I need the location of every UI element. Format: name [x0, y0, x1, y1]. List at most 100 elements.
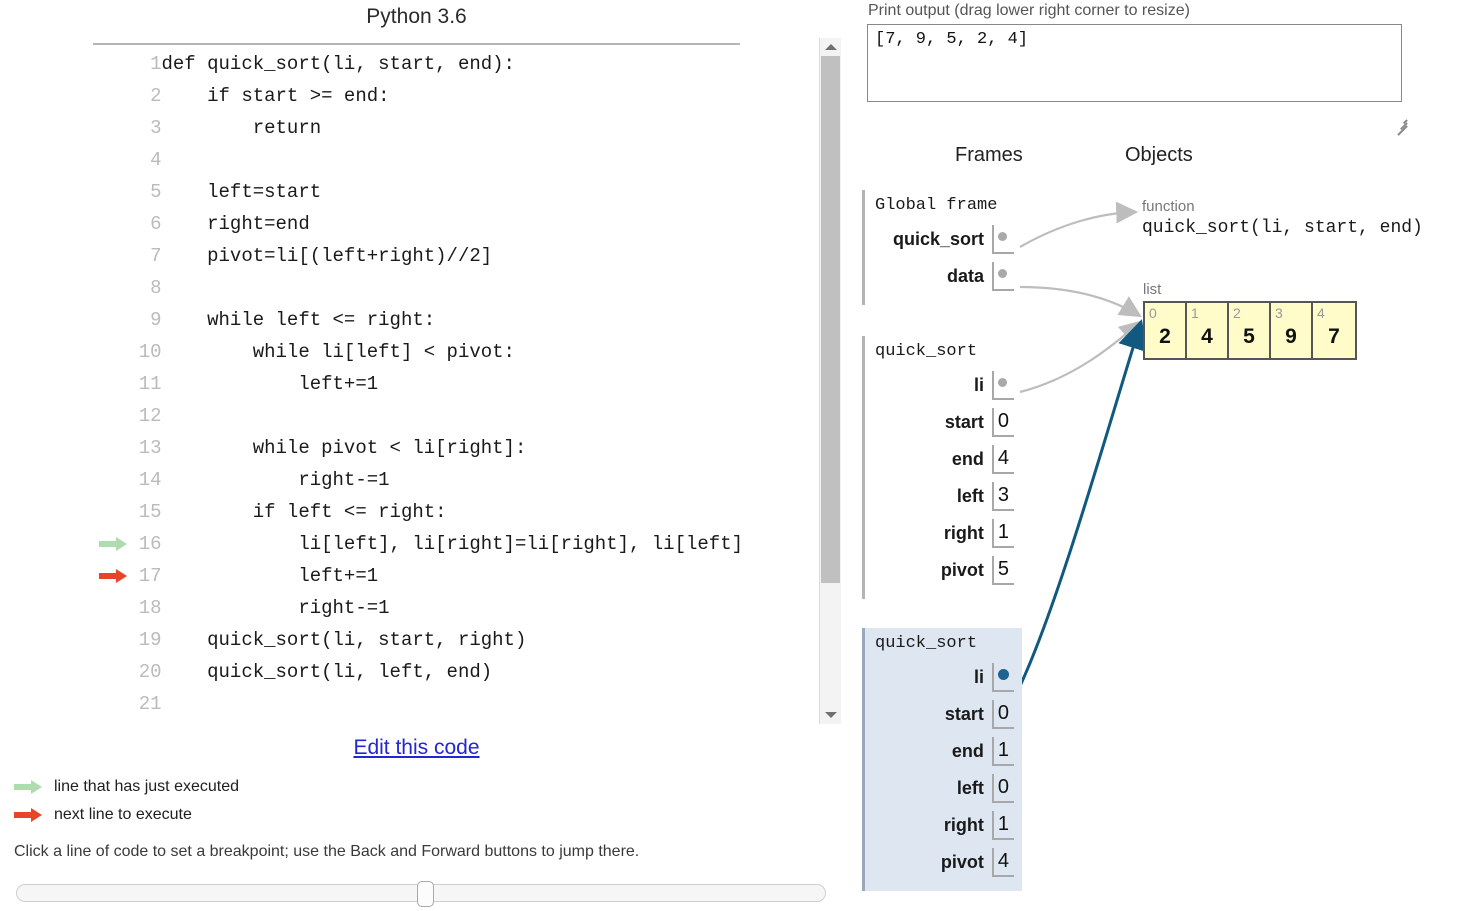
- line-marker-cell: [93, 208, 124, 240]
- line-marker-cell: [93, 272, 124, 304]
- stack-frame: Global frame quick_sort data: [862, 190, 1022, 305]
- list-index: 0: [1149, 305, 1157, 321]
- variable-value: 0: [991, 700, 1014, 729]
- code-line-text[interactable]: pivot=li[(left+right)//2]: [162, 240, 744, 272]
- code-pane: Python 3.6 1 def quick_sort(li, start, en…: [0, 0, 860, 911]
- list-cell: 14: [1187, 303, 1229, 358]
- line-number: 12: [138, 405, 162, 427]
- code-line-text[interactable]: [162, 400, 744, 432]
- line-marker-cell: [93, 496, 124, 528]
- code-line-row[interactable]: 21: [93, 688, 743, 720]
- edit-code-link-wrap: Edit this code: [93, 736, 740, 760]
- code-line-row[interactable]: 13 while pivot < li[right]:: [93, 432, 743, 464]
- code-line-row[interactable]: 1 def quick_sort(li, start, end):: [93, 48, 743, 80]
- code-line-text[interactable]: left=start: [162, 176, 744, 208]
- frame-variable-row: right 1: [875, 807, 1014, 844]
- frame-variable-row: quick_sort: [875, 221, 1014, 258]
- code-line-text[interactable]: return: [162, 112, 744, 144]
- code-line-row[interactable]: 6 right=end: [93, 208, 743, 240]
- variable-pointer: [992, 225, 1014, 254]
- code-line-row[interactable]: 3 return: [93, 112, 743, 144]
- code-line-text[interactable]: left+=1: [162, 368, 744, 400]
- function-object: quick_sort(li, start, end): [1142, 218, 1423, 238]
- frame-title: Global frame: [875, 196, 998, 215]
- line-marker-cell: [93, 80, 124, 112]
- code-table: 1 def quick_sort(li, start, end): 2 if sta…: [93, 48, 743, 720]
- code-line-text[interactable]: left+=1: [162, 560, 744, 592]
- scrollbar-thumb[interactable]: [821, 56, 840, 583]
- code-line-row[interactable]: 2 if start >= end:: [93, 80, 743, 112]
- list-object: 0214253947: [1143, 301, 1357, 360]
- line-number: 19: [138, 629, 162, 651]
- code-line-row[interactable]: 4: [93, 144, 743, 176]
- variable-name: pivot: [940, 852, 984, 872]
- pointer-dot-icon: [998, 378, 1007, 387]
- edit-code-link[interactable]: Edit this code: [353, 736, 479, 759]
- legend-next-label: next line to execute: [54, 806, 192, 823]
- line-number: 10: [138, 341, 162, 363]
- execution-step-slider[interactable]: [16, 881, 826, 907]
- code-line-row[interactable]: 8: [93, 272, 743, 304]
- line-number: 5: [150, 181, 162, 203]
- code-line-row[interactable]: 7 pivot=li[(left+right)//2]: [93, 240, 743, 272]
- variable-name: pivot: [940, 560, 984, 580]
- variable-name: start: [944, 704, 984, 724]
- code-line-text[interactable]: while pivot < li[right]:: [162, 432, 744, 464]
- code-line-row[interactable]: 11 left+=1: [93, 368, 743, 400]
- code-line-text[interactable]: [162, 144, 744, 176]
- variable-name: left: [956, 778, 984, 798]
- code-line-text[interactable]: if left <= right:: [162, 496, 744, 528]
- variable-name: start: [944, 412, 984, 432]
- legend-executed-label: line that has just executed: [54, 778, 240, 795]
- code-line-row[interactable]: 10 while li[left] < pivot:: [93, 336, 743, 368]
- code-line-text[interactable]: quick_sort(li, start, right): [162, 624, 744, 656]
- line-marker-cell: [93, 368, 124, 400]
- code-line-text[interactable]: if start >= end:: [162, 80, 744, 112]
- code-line-row[interactable]: 12: [93, 400, 743, 432]
- code-line-text[interactable]: right=end: [162, 208, 744, 240]
- code-line-row[interactable]: 18 right-=1: [93, 592, 743, 624]
- slider-handle[interactable]: [417, 881, 434, 907]
- code-line-text[interactable]: right-=1: [162, 464, 744, 496]
- code-line-text[interactable]: def quick_sort(li, start, end):: [162, 48, 744, 80]
- variable-name: quick_sort: [892, 229, 984, 249]
- code-line-row[interactable]: 16 li[left], li[right]=li[right], li[lef…: [93, 528, 743, 560]
- code-line-text[interactable]: while li[left] < pivot:: [162, 336, 744, 368]
- code-line-text[interactable]: right-=1: [162, 592, 744, 624]
- frame-title: quick_sort: [875, 342, 978, 361]
- code-scrollbar[interactable]: [819, 38, 841, 724]
- scroll-up-button[interactable]: [820, 38, 841, 56]
- variable-pointer: [992, 663, 1014, 692]
- line-number: 6: [150, 213, 162, 235]
- line-number: 2: [150, 85, 162, 107]
- print-output-textarea[interactable]: [7, 9, 5, 2, 4]: [867, 24, 1402, 102]
- code-line-text[interactable]: [162, 688, 744, 720]
- variable-value: 0: [991, 774, 1014, 803]
- code-line-row[interactable]: 14 right-=1: [93, 464, 743, 496]
- resize-grip-icon[interactable]: [1393, 114, 1408, 136]
- line-marker-cell: [93, 176, 124, 208]
- code-line-row[interactable]: 9 while left <= right:: [93, 304, 743, 336]
- frame-variable-row: left 3: [875, 478, 1014, 515]
- variable-pointer: [992, 262, 1014, 291]
- code-line-row[interactable]: 17 left+=1: [93, 560, 743, 592]
- list-value: 5: [1243, 325, 1255, 348]
- scroll-down-button[interactable]: [820, 706, 841, 724]
- code-line-row[interactable]: 15 if left <= right:: [93, 496, 743, 528]
- code-line-row[interactable]: 19 quick_sort(li, start, right): [93, 624, 743, 656]
- code-viewport[interactable]: 1 def quick_sort(li, start, end): 2 if sta…: [93, 48, 743, 723]
- list-value: 7: [1328, 325, 1340, 348]
- frame-variable-row: end 1: [875, 733, 1014, 770]
- code-line-text[interactable]: li[left], li[right]=li[right], li[left]: [162, 528, 743, 560]
- frames-heading: Frames: [955, 144, 1023, 166]
- language-title: Python 3.6: [366, 5, 467, 28]
- code-line-text[interactable]: [162, 272, 744, 304]
- code-line-row[interactable]: 20 quick_sort(li, left, end): [93, 656, 743, 688]
- code-line-text[interactable]: quick_sort(li, left, end): [162, 656, 744, 688]
- variable-value: 4: [991, 848, 1014, 877]
- code-line-row[interactable]: 5 left=start: [93, 176, 743, 208]
- list-index: 3: [1275, 305, 1283, 321]
- code-line-text[interactable]: while left <= right:: [162, 304, 744, 336]
- variable-value: 5: [991, 556, 1014, 585]
- line-marker-cell: [93, 304, 124, 336]
